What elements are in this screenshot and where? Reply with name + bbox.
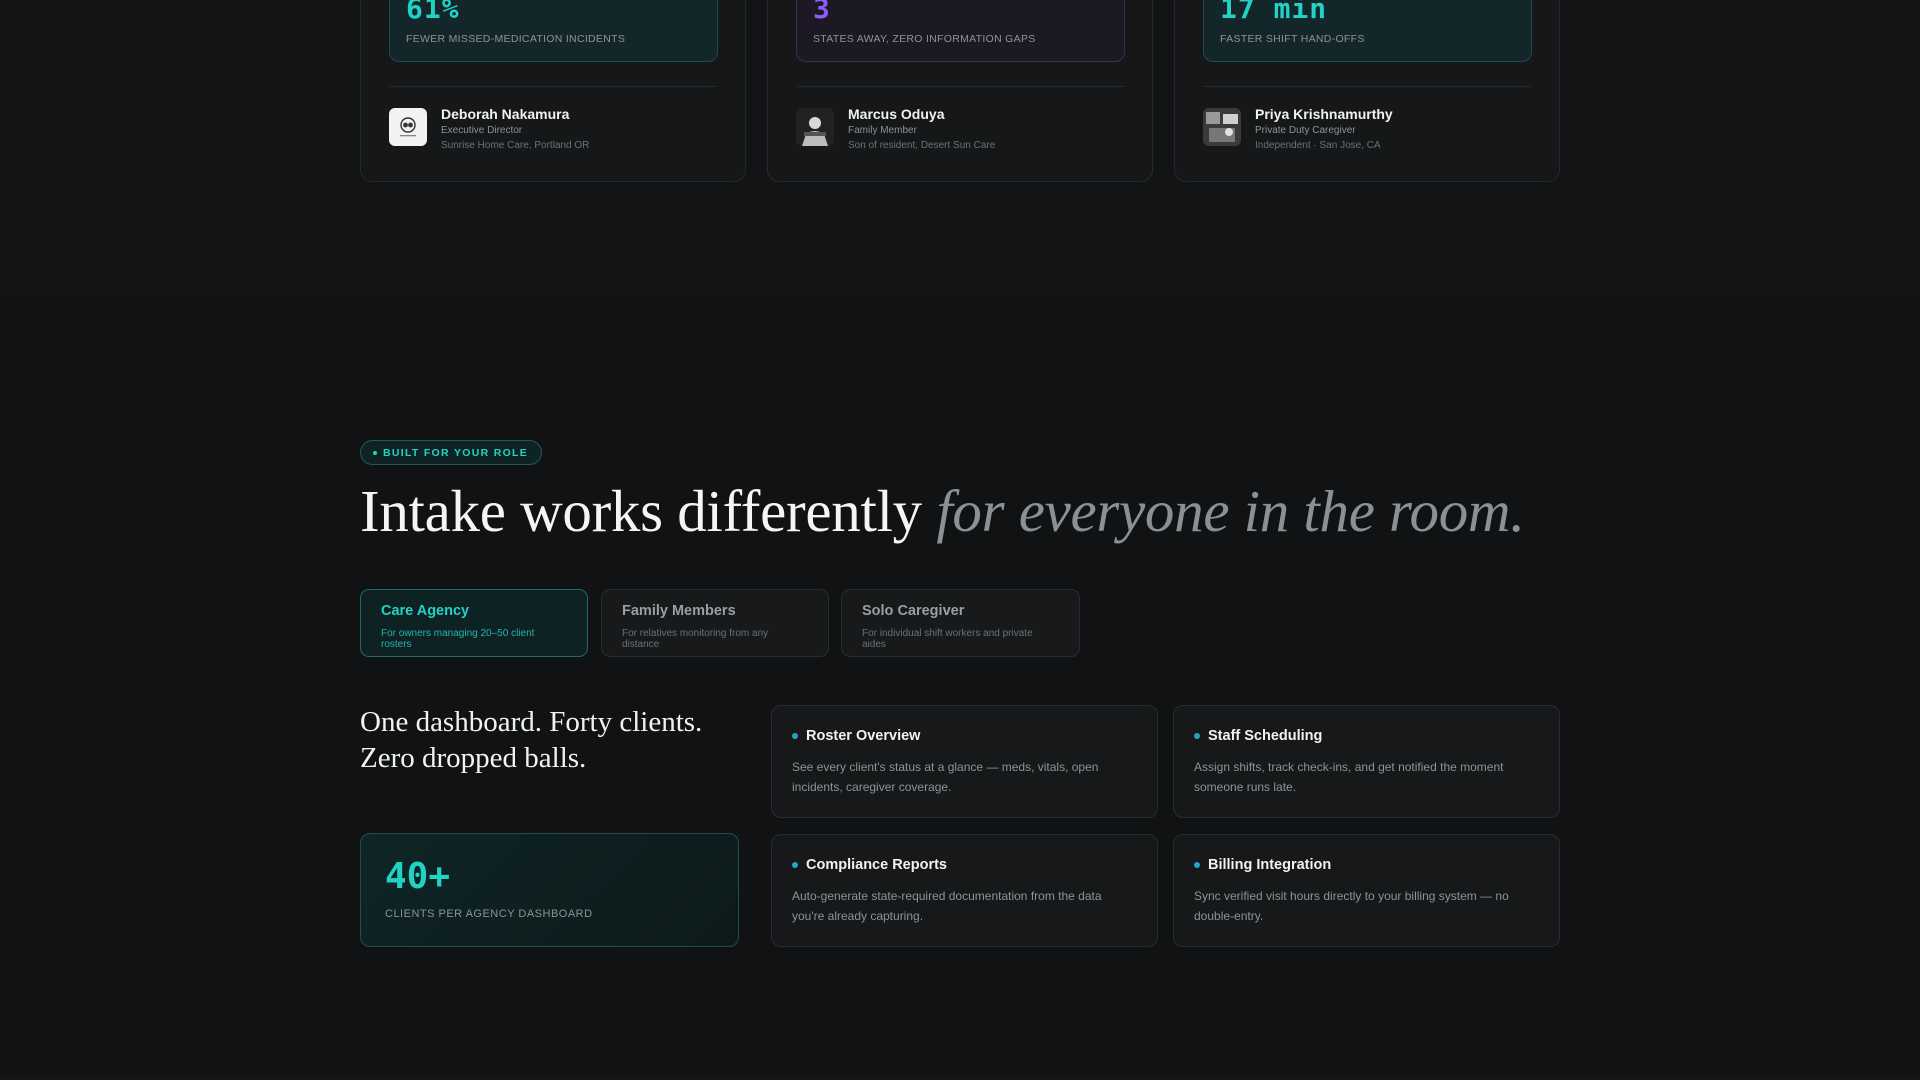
testimonial-card: 17 min FASTER SHIFT HAND-OFFS Priya Kris…	[1174, 0, 1560, 182]
tab-subtitle: For owners managing 20–50 client rosters	[381, 628, 535, 650]
tab-solo-caregiver[interactable]: Solo Caregiver For individual shift work…	[841, 589, 1080, 657]
feature-card-billing-integration: Billing Integration Sync verified visit …	[1173, 834, 1560, 947]
feature-description: See every client's status at a glance — …	[792, 760, 1099, 794]
feature-title-text: Compliance Reports	[806, 857, 947, 873]
feature-description: Sync verified visit hours directly to yo…	[1194, 889, 1509, 923]
divider	[389, 86, 718, 87]
avatar-photo-icon	[796, 108, 834, 146]
testimonial-name: Marcus Oduya	[848, 106, 945, 122]
testimonial-stat-label: STATES AWAY, ZERO INFORMATION GAPS	[813, 33, 1036, 45]
feature-title-text: Roster Overview	[806, 728, 921, 744]
feature-description: Auto-generate state-required documentati…	[792, 889, 1102, 923]
band-divider	[0, 280, 1920, 340]
testimonial-role: Family Member	[848, 125, 917, 136]
testimonial-stat-box: 3 STATES AWAY, ZERO INFORMATION GAPS	[796, 0, 1125, 62]
testimonial-stat-label: FASTER SHIFT HAND-OFFS	[1220, 33, 1365, 45]
testimonial-stat-value: 17 min	[1220, 0, 1328, 25]
feature-title-text: Staff Scheduling	[1208, 728, 1323, 744]
section-badge-label: BUILT FOR YOUR ROLE	[383, 446, 529, 459]
bullet-dot-icon	[792, 733, 798, 739]
panel-lead-line: One dashboard. Forty clients.	[360, 706, 703, 738]
tab-subtitle: For relatives monitoring from any distan…	[622, 628, 769, 650]
bullet-dot-icon	[1194, 862, 1200, 868]
feature-card-staff-scheduling: Staff Scheduling Assign shifts, track ch…	[1173, 705, 1560, 818]
divider	[796, 86, 1125, 87]
tab-title: Care Agency	[381, 603, 470, 619]
testimonial-role: Private Duty Caregiver	[1255, 125, 1356, 136]
testimonial-stat-box: 61% FEWER MISSED-MEDICATION INCIDENTS	[389, 0, 718, 62]
section-badge: BUILT FOR YOUR ROLE	[360, 440, 543, 465]
page: { "testimonials": [ {"stat": "61%", "sta…	[0, 0, 1920, 1080]
tab-title: Family Members	[622, 603, 736, 619]
agency-stat-value: 40+	[385, 856, 451, 897]
testimonial-stat-box: 17 min FASTER SHIFT HAND-OFFS	[1203, 0, 1532, 62]
testimonial-role: Executive Director	[441, 125, 523, 136]
agency-stat-label: CLIENTS PER AGENCY DASHBOARD	[385, 908, 593, 920]
feature-title: Staff Scheduling	[1194, 728, 1539, 744]
testimonial-name: Deborah Nakamura	[441, 106, 570, 122]
tab-title: Solo Caregiver	[862, 603, 965, 619]
testimonial-org: Independent · San Jose, CA	[1255, 140, 1381, 151]
divider	[1203, 86, 1532, 87]
section-bottom-border	[0, 1075, 1920, 1080]
testimonial-card: 3 STATES AWAY, ZERO INFORMATION GAPS Mar…	[767, 0, 1153, 182]
testimonial-name: Priya Krishnamurthy	[1255, 106, 1393, 122]
testimonial-card: 61% FEWER MISSED-MEDICATION INCIDENTS De…	[360, 0, 746, 182]
feature-title: Compliance Reports	[792, 857, 1137, 873]
testimonial-stat-value: 61%	[406, 0, 460, 25]
feature-description: Assign shifts, track check-ins, and get …	[1194, 760, 1504, 794]
tab-subtitle: For individual shift workers and private…	[862, 628, 1033, 650]
section-heading-main: Intake works differently	[360, 478, 922, 544]
bullet-dot-icon	[373, 450, 377, 455]
feature-card-roster-overview: Roster Overview See every client's statu…	[771, 705, 1158, 818]
bullet-dot-icon	[1194, 733, 1200, 739]
testimonial-stat-label: FEWER MISSED-MEDICATION INCIDENTS	[406, 33, 626, 45]
bullet-dot-icon	[792, 862, 798, 868]
section-heading-italic: for everyone in the room.	[936, 478, 1525, 544]
tab-care-agency[interactable]: Care Agency For owners managing 20–50 cl…	[360, 589, 588, 657]
tab-family-members[interactable]: Family Members For relatives monitoring …	[601, 589, 829, 657]
panel-lead: One dashboard. Forty clients. Zero dropp…	[360, 704, 740, 776]
feature-title-text: Billing Integration	[1208, 857, 1332, 873]
avatar-photo-icon	[1203, 108, 1241, 146]
panel-lead-line: Zero dropped balls.	[360, 742, 587, 774]
feature-card-compliance-reports: Compliance Reports Auto-generate state-r…	[771, 834, 1158, 947]
testimonial-org: Sunrise Home Care, Portland OR	[441, 140, 590, 151]
feature-title: Billing Integration	[1194, 857, 1539, 873]
feature-title: Roster Overview	[792, 728, 1137, 744]
avatar-logo-icon	[389, 108, 427, 146]
agency-stat-card: 40+ CLIENTS PER AGENCY DASHBOARD	[360, 833, 739, 947]
section-heading: Intake works differently for everyone in…	[360, 477, 1525, 546]
testimonial-stat-value: 3	[813, 0, 831, 25]
testimonial-org: Son of resident, Desert Sun Care	[848, 140, 996, 151]
